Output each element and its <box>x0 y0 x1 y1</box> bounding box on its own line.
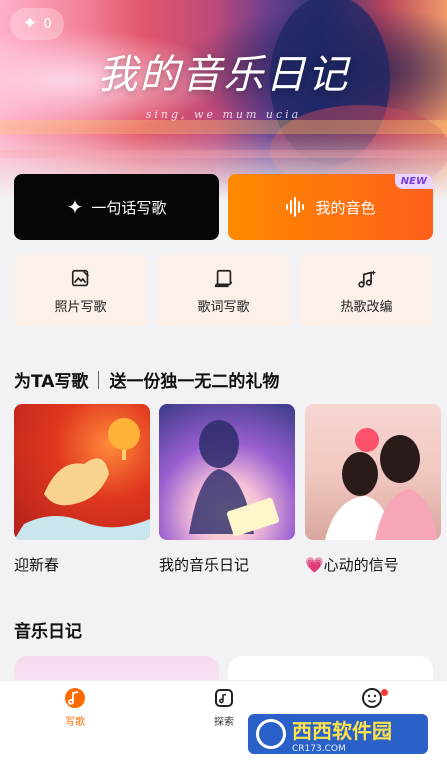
card-music-diary[interactable]: 我的音乐日记 <box>159 404 295 575</box>
card-label: 我的音乐日记 <box>159 556 250 574</box>
section-title: 为TA写歌 <box>14 372 89 392</box>
lyrics-scroll-icon <box>214 269 232 287</box>
lyrics-song-button[interactable]: 歌词写歌 <box>157 255 290 327</box>
tab-label: 写歌 <box>65 717 85 728</box>
sound-wave-icon <box>286 197 305 217</box>
notification-dot <box>381 689 388 696</box>
one-sentence-song-button[interactable]: ✦ 一句话写歌 <box>14 174 219 240</box>
tab-label: 探索 <box>214 717 234 728</box>
music-card-icon <box>215 689 233 707</box>
gift-card-list: 迎新春 我的音乐日记 💗心动的信号 <box>14 404 447 584</box>
photo-song-button[interactable]: 照片写歌 <box>14 255 147 327</box>
sparkle-icon: ✦ <box>66 195 84 219</box>
card-label: 迎新春 <box>14 556 60 574</box>
hero-banner <box>0 0 447 200</box>
sparkle-icon: ✦ <box>22 13 38 34</box>
my-voice-button[interactable]: NEW 我的音色 <box>228 174 433 240</box>
watermark-sub: CR173.COM <box>292 743 346 754</box>
site-watermark: 西西软件园 CR173.COM <box>248 714 428 754</box>
card-new-year[interactable]: 迎新春 <box>14 404 150 575</box>
tool-label: 照片写歌 <box>54 299 107 315</box>
tab-write-song[interactable]: 写歌 <box>35 687 115 728</box>
couple-photo <box>325 428 437 540</box>
gift-section-header: 为TA写歌 送一份独一无二的礼物 <box>14 367 279 392</box>
card-heartbeat-signal[interactable]: 💗心动的信号 <box>305 404 441 575</box>
writing-silhouette-illustration <box>189 420 280 536</box>
page-subtitle: sing, we mum ucia <box>145 108 302 121</box>
new-badge: NEW <box>394 174 433 189</box>
credit-badge[interactable]: ✦ 0 <box>10 8 64 40</box>
one-sentence-label: 一句话写歌 <box>91 198 167 217</box>
tool-label: 热歌改编 <box>340 299 393 315</box>
credit-count: 0 <box>43 16 52 32</box>
card-image <box>305 404 441 540</box>
my-voice-label: 我的音色 <box>315 198 376 217</box>
card-label: 💗心动的信号 <box>305 556 399 574</box>
watermark-title: 西西软件园 <box>292 718 392 743</box>
watermark-logo-icon <box>256 719 286 749</box>
hero-artwork <box>0 0 447 195</box>
photo-edit-icon <box>71 269 89 286</box>
smiley-face-icon <box>362 688 382 708</box>
music-note-circle-icon <box>65 688 85 708</box>
card-image <box>159 404 295 540</box>
section-subtitle: 送一份独一无二的礼物 <box>109 372 280 392</box>
music-diary-section-title: 音乐日记 <box>14 622 82 642</box>
divider <box>98 370 100 389</box>
horse-lantern-illustration <box>14 418 150 540</box>
card-image <box>14 404 150 540</box>
hot-song-remix-button[interactable]: 热歌改编 <box>300 255 433 327</box>
music-sparkle-icon <box>357 269 376 288</box>
tool-label: 歌词写歌 <box>197 299 250 315</box>
page-title: 我的音乐日记 <box>97 52 350 98</box>
